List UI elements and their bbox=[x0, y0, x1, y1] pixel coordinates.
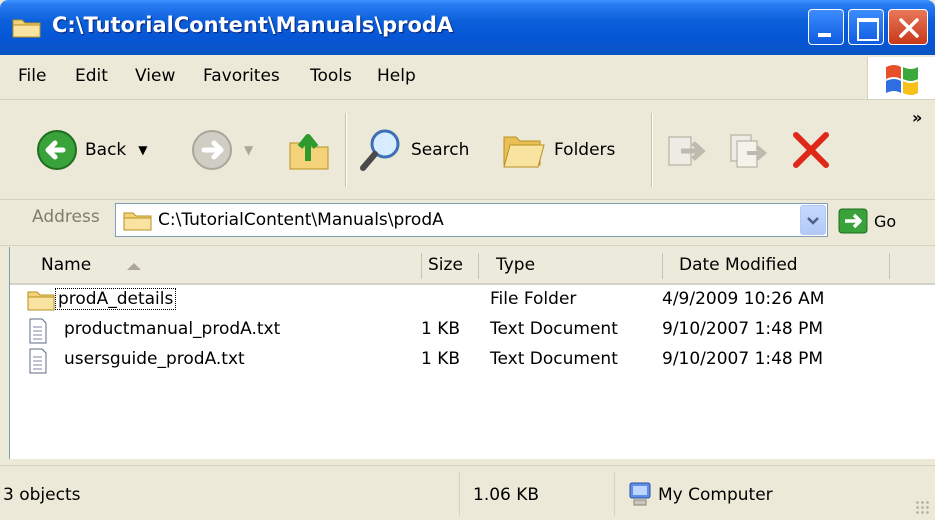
delete-x-icon bbox=[793, 132, 829, 168]
file-date-modified: 9/10/2007 1:48 PM bbox=[662, 349, 824, 369]
copy-to-button[interactable] bbox=[727, 124, 769, 176]
column-header-type[interactable]: Type bbox=[496, 255, 535, 275]
menu-view[interactable]: View bbox=[135, 66, 175, 86]
status-location: My Computer bbox=[658, 485, 773, 505]
folders-label: Folders bbox=[554, 140, 616, 160]
back-label: Back bbox=[85, 140, 127, 160]
up-folder-button[interactable] bbox=[288, 124, 332, 176]
delete-button[interactable] bbox=[790, 124, 832, 176]
address-dropdown-button[interactable] bbox=[800, 205, 826, 235]
file-type: Text Document bbox=[490, 349, 618, 369]
move-to-button[interactable] bbox=[665, 124, 707, 176]
column-divider[interactable] bbox=[662, 253, 663, 279]
sort-ascending-icon bbox=[127, 263, 141, 270]
folder-icon bbox=[123, 210, 153, 237]
folder-icon bbox=[12, 16, 42, 38]
column-divider[interactable] bbox=[478, 253, 479, 279]
status-object-count: 3 objects bbox=[3, 485, 81, 505]
list-item[interactable]: productmanual_prodA.txt 1 KB Text Docume… bbox=[10, 316, 935, 346]
column-header-date-modified[interactable]: Date Modified bbox=[679, 255, 798, 275]
resize-grip[interactable] bbox=[915, 500, 931, 516]
status-bar: 3 objects 1.06 KB My Computer bbox=[0, 465, 935, 520]
list-item[interactable]: prodA_details File Folder 4/9/2009 10:26… bbox=[10, 286, 935, 316]
file-size: 1 KB bbox=[420, 319, 460, 339]
back-dropdown-icon[interactable]: ▼ bbox=[138, 143, 147, 157]
maximize-button[interactable] bbox=[848, 9, 884, 45]
list-header: Name Size Type Date Modified bbox=[10, 247, 935, 285]
file-name[interactable]: productmanual_prodA.txt bbox=[64, 319, 280, 339]
explorer-window: C:\TutorialContent\Manuals\prodA File Ed… bbox=[0, 0, 935, 520]
move-to-icon bbox=[668, 136, 706, 166]
menu-bar: File Edit View Favorites Tools Help bbox=[0, 55, 935, 100]
copy-to-icon bbox=[730, 134, 768, 168]
forward-arrow-icon bbox=[192, 130, 232, 170]
search-button[interactable]: Search bbox=[357, 124, 469, 176]
up-folder-icon bbox=[289, 134, 329, 170]
column-divider[interactable] bbox=[889, 253, 890, 279]
folders-icon bbox=[503, 136, 545, 168]
menu-help[interactable]: Help bbox=[377, 66, 416, 86]
status-total-size: 1.06 KB bbox=[473, 485, 540, 505]
go-button[interactable]: Go bbox=[838, 208, 896, 234]
close-button[interactable] bbox=[888, 9, 928, 45]
menu-file[interactable]: File bbox=[18, 66, 46, 86]
go-arrow-icon bbox=[838, 208, 868, 234]
address-label: Address bbox=[32, 207, 100, 227]
file-name[interactable]: usersguide_prodA.txt bbox=[64, 349, 245, 369]
menu-favorites[interactable]: Favorites bbox=[203, 66, 280, 86]
menu-tools[interactable]: Tools bbox=[310, 66, 352, 86]
address-input[interactable]: C:\TutorialContent\Manuals\prodA bbox=[115, 203, 828, 237]
folders-button[interactable]: Folders bbox=[500, 124, 615, 176]
file-type: File Folder bbox=[490, 289, 577, 309]
column-divider[interactable] bbox=[421, 253, 422, 279]
title-bar[interactable]: C:\TutorialContent\Manuals\prodA bbox=[0, 0, 935, 55]
back-button[interactable]: Back ▼ bbox=[35, 124, 148, 176]
search-label: Search bbox=[411, 140, 470, 160]
status-pane-objects: 3 objects bbox=[0, 472, 460, 516]
file-list-view[interactable]: Name Size Type Date Modified prodA_detai… bbox=[9, 247, 935, 459]
status-pane-size: 1.06 KB bbox=[465, 472, 615, 516]
text-file-icon bbox=[28, 318, 48, 349]
close-icon bbox=[899, 18, 919, 38]
text-file-icon bbox=[28, 348, 48, 379]
toolbar-separator bbox=[651, 113, 653, 187]
file-type: Text Document bbox=[490, 319, 618, 339]
window-title: C:\TutorialContent\Manuals\prodA bbox=[52, 13, 454, 37]
file-size: 1 KB bbox=[420, 349, 460, 369]
go-label: Go bbox=[874, 211, 897, 231]
column-header-name[interactable]: Name bbox=[41, 255, 91, 275]
menu-edit[interactable]: Edit bbox=[75, 66, 108, 86]
address-value: C:\TutorialContent\Manuals\prodA bbox=[158, 210, 444, 230]
toolbar-overflow-chevron[interactable]: » bbox=[912, 108, 922, 127]
file-date-modified: 4/9/2009 10:26 AM bbox=[662, 289, 825, 309]
toolbar-separator bbox=[345, 113, 347, 187]
my-computer-icon bbox=[628, 481, 652, 512]
forward-button[interactable]: ▼ bbox=[190, 124, 253, 176]
list-item[interactable]: usersguide_prodA.txt 1 KB Text Document … bbox=[10, 346, 935, 376]
back-arrow-icon bbox=[37, 130, 77, 170]
windows-logo bbox=[867, 57, 935, 99]
address-bar: Address C:\TutorialContent\Manuals\prodA… bbox=[0, 200, 935, 246]
file-date-modified: 9/10/2007 1:48 PM bbox=[662, 319, 824, 339]
forward-dropdown-icon: ▼ bbox=[244, 143, 254, 157]
minimize-button[interactable] bbox=[808, 9, 844, 45]
status-pane-location: My Computer bbox=[620, 472, 920, 516]
file-name[interactable]: prodA_details bbox=[54, 288, 177, 310]
search-icon bbox=[360, 129, 400, 171]
column-header-size[interactable]: Size bbox=[428, 255, 463, 275]
chevron-down-icon bbox=[807, 217, 819, 225]
toolbar: Back ▼ ▼ Search Folders » bbox=[0, 101, 935, 200]
folder-icon bbox=[27, 288, 55, 317]
